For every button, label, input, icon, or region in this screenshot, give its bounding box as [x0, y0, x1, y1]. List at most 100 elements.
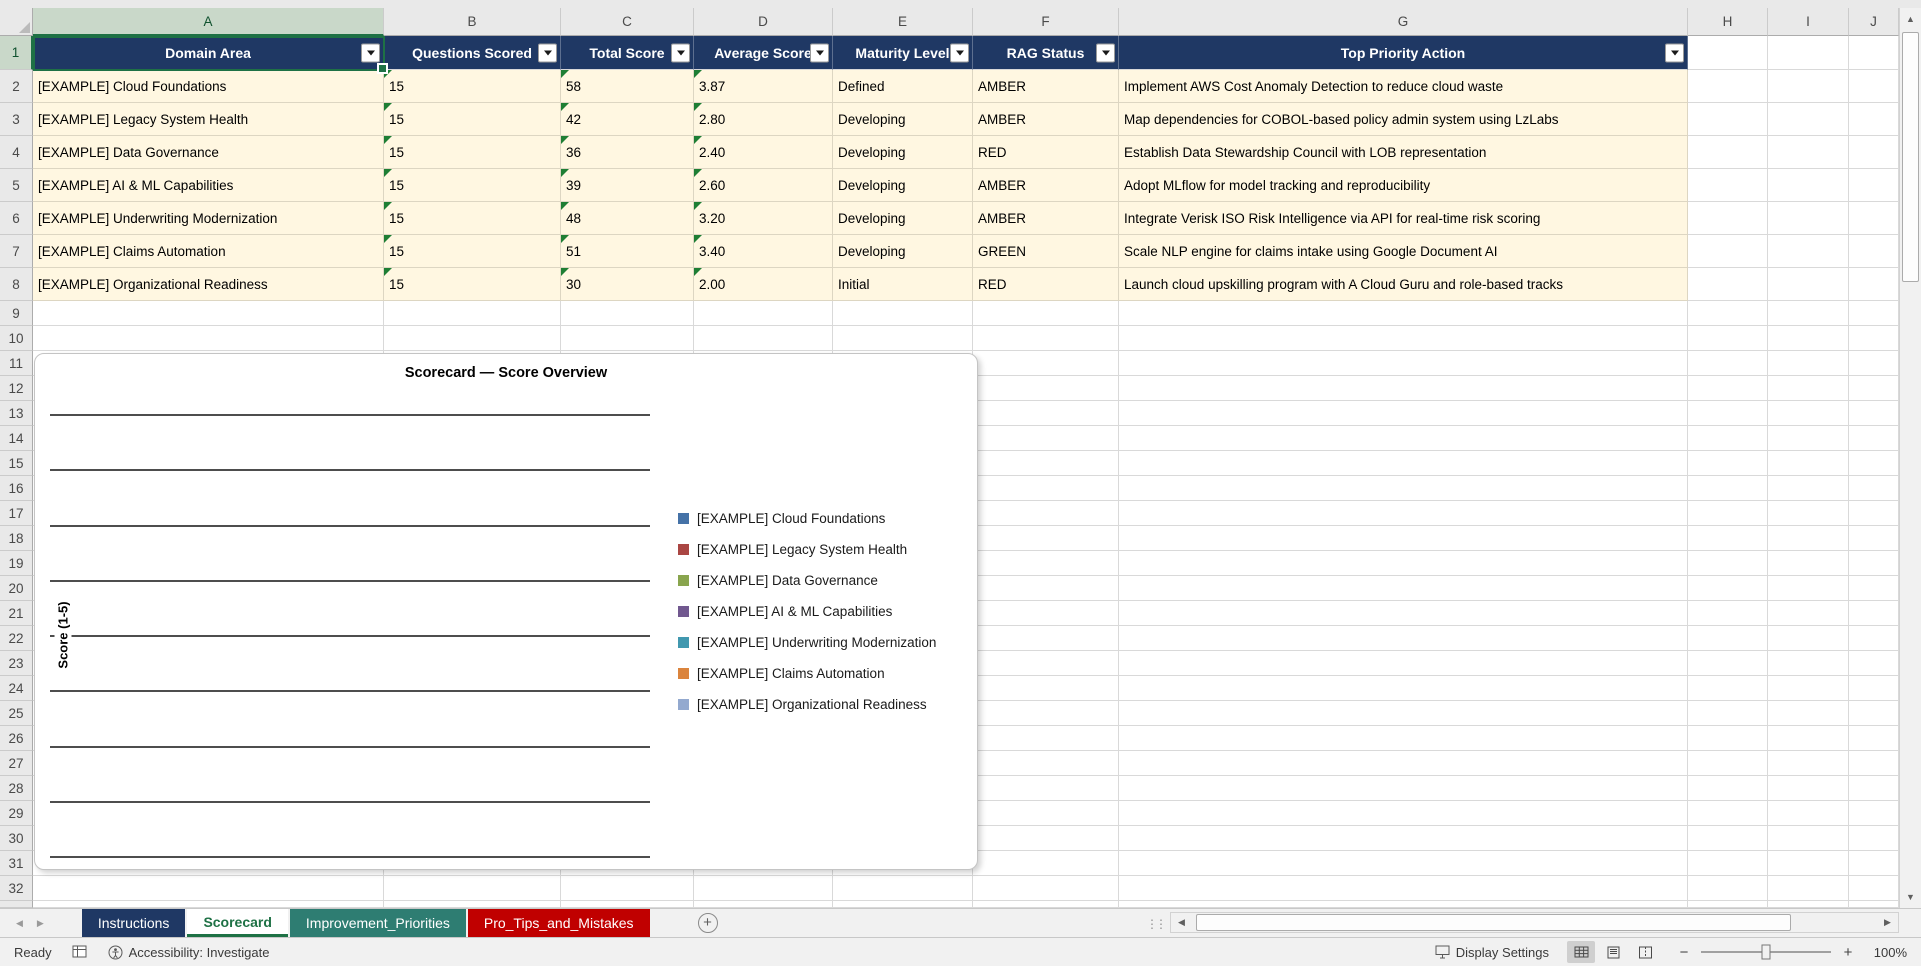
- cell-E3[interactable]: Developing: [833, 103, 973, 136]
- column-header-G[interactable]: G: [1119, 8, 1688, 36]
- cell-I32[interactable]: [1768, 876, 1849, 901]
- row-header-12[interactable]: 12: [0, 376, 33, 401]
- cell-C10[interactable]: [561, 326, 694, 351]
- cell-G22[interactable]: [1119, 626, 1688, 651]
- cell-F24[interactable]: [973, 676, 1119, 701]
- cell-F16[interactable]: [973, 476, 1119, 501]
- cell-I19[interactable]: [1768, 551, 1849, 576]
- vertical-scrollbar-thumb[interactable]: [1902, 32, 1919, 282]
- row-header-15[interactable]: 15: [0, 451, 33, 476]
- zoom-level-button[interactable]: 100%: [1865, 945, 1907, 960]
- cell-F29[interactable]: [973, 801, 1119, 826]
- cell-G7[interactable]: Scale NLP engine for claims intake using…: [1119, 235, 1688, 268]
- cell-F7[interactable]: GREEN: [973, 235, 1119, 268]
- row-header-20[interactable]: 20: [0, 576, 33, 601]
- cell-I9[interactable]: [1768, 301, 1849, 326]
- cell-G6[interactable]: Integrate Verisk ISO Risk Intelligence v…: [1119, 202, 1688, 235]
- cell-J25[interactable]: [1849, 701, 1899, 726]
- cell-J31[interactable]: [1849, 851, 1899, 876]
- row-header-21[interactable]: 21: [0, 601, 33, 626]
- cell-H13[interactable]: [1688, 401, 1768, 426]
- cell-H6[interactable]: [1688, 202, 1768, 235]
- cell-D9[interactable]: [694, 301, 833, 326]
- cell-F2[interactable]: AMBER: [973, 70, 1119, 103]
- cell-H12[interactable]: [1688, 376, 1768, 401]
- cell-H23[interactable]: [1688, 651, 1768, 676]
- cell-H31[interactable]: [1688, 851, 1768, 876]
- cell-C4[interactable]: 36: [561, 136, 694, 169]
- cell-J6[interactable]: [1849, 202, 1899, 235]
- cell-J12[interactable]: [1849, 376, 1899, 401]
- cell-H15[interactable]: [1688, 451, 1768, 476]
- cell-E9[interactable]: [833, 301, 973, 326]
- cell-E2[interactable]: Defined: [833, 70, 973, 103]
- cell-H27[interactable]: [1688, 751, 1768, 776]
- cell-I30[interactable]: [1768, 826, 1849, 851]
- cell-G23[interactable]: [1119, 651, 1688, 676]
- row-header-10[interactable]: 10: [0, 326, 33, 351]
- row-header-25[interactable]: 25: [0, 701, 33, 726]
- cell-F27[interactable]: [973, 751, 1119, 776]
- cell-A10[interactable]: [33, 326, 384, 351]
- cell-I12[interactable]: [1768, 376, 1849, 401]
- filter-dropdown-button-C1[interactable]: [671, 43, 690, 62]
- cell-A9[interactable]: [33, 301, 384, 326]
- cell-B32[interactable]: [384, 876, 561, 901]
- cell-C6[interactable]: 48: [561, 202, 694, 235]
- column-header-E[interactable]: E: [833, 8, 973, 36]
- cell-G14[interactable]: [1119, 426, 1688, 451]
- cell-I3[interactable]: [1768, 103, 1849, 136]
- cell-I20[interactable]: [1768, 576, 1849, 601]
- cell-C7[interactable]: 51: [561, 235, 694, 268]
- column-header-B[interactable]: B: [384, 8, 561, 36]
- cell-B2[interactable]: 15: [384, 70, 561, 103]
- row-header-8[interactable]: 8: [0, 268, 33, 301]
- cell-A1[interactable]: Domain Area: [33, 36, 384, 70]
- cell-J2[interactable]: [1849, 70, 1899, 103]
- row-header-29[interactable]: 29: [0, 801, 33, 826]
- cell-B4[interactable]: 15: [384, 136, 561, 169]
- cell-H24[interactable]: [1688, 676, 1768, 701]
- cell-E7[interactable]: Developing: [833, 235, 973, 268]
- cell-J11[interactable]: [1849, 351, 1899, 376]
- cell-A6[interactable]: [EXAMPLE] Underwriting Modernization: [33, 202, 384, 235]
- cell-I14[interactable]: [1768, 426, 1849, 451]
- cell-F28[interactable]: [973, 776, 1119, 801]
- cell-A2[interactable]: [EXAMPLE] Cloud Foundations: [33, 70, 384, 103]
- cell-I22[interactable]: [1768, 626, 1849, 651]
- scroll-down-arrow-icon[interactable]: ▼: [1900, 886, 1921, 908]
- cell-H3[interactable]: [1688, 103, 1768, 136]
- cell-J16[interactable]: [1849, 476, 1899, 501]
- cell-C8[interactable]: 30: [561, 268, 694, 301]
- cell-E4[interactable]: Developing: [833, 136, 973, 169]
- filter-dropdown-button-G1[interactable]: [1665, 43, 1684, 62]
- scroll-up-arrow-icon[interactable]: ▲: [1900, 8, 1921, 30]
- cell-G11[interactable]: [1119, 351, 1688, 376]
- cell-F19[interactable]: [973, 551, 1119, 576]
- row-header-30[interactable]: 30: [0, 826, 33, 851]
- row-header-7[interactable]: 7: [0, 235, 33, 268]
- zoom-in-button[interactable]: +: [1841, 944, 1855, 961]
- cell-H9[interactable]: [1688, 301, 1768, 326]
- cell-B10[interactable]: [384, 326, 561, 351]
- cell-G28[interactable]: [1119, 776, 1688, 801]
- cell-I18[interactable]: [1768, 526, 1849, 551]
- cell-H28[interactable]: [1688, 776, 1768, 801]
- cell-J1[interactable]: [1849, 36, 1899, 70]
- cell-G21[interactable]: [1119, 601, 1688, 626]
- cell-J24[interactable]: [1849, 676, 1899, 701]
- column-header-J[interactable]: J: [1849, 8, 1899, 36]
- cell-J10[interactable]: [1849, 326, 1899, 351]
- zoom-slider[interactable]: [1701, 944, 1831, 960]
- cell-J9[interactable]: [1849, 301, 1899, 326]
- cell-F12[interactable]: [973, 376, 1119, 401]
- horizontal-scrollbar-track[interactable]: [1192, 913, 1877, 932]
- scroll-right-arrow-icon[interactable]: ▶: [1877, 913, 1898, 932]
- cell-C1[interactable]: Total Score: [561, 36, 694, 70]
- new-sheet-button[interactable]: +: [697, 913, 718, 933]
- cell-D5[interactable]: 2.60: [694, 169, 833, 202]
- cell-H1[interactable]: [1688, 36, 1768, 70]
- cell-C3[interactable]: 42: [561, 103, 694, 136]
- cell-D3[interactable]: 2.80: [694, 103, 833, 136]
- cell-I10[interactable]: [1768, 326, 1849, 351]
